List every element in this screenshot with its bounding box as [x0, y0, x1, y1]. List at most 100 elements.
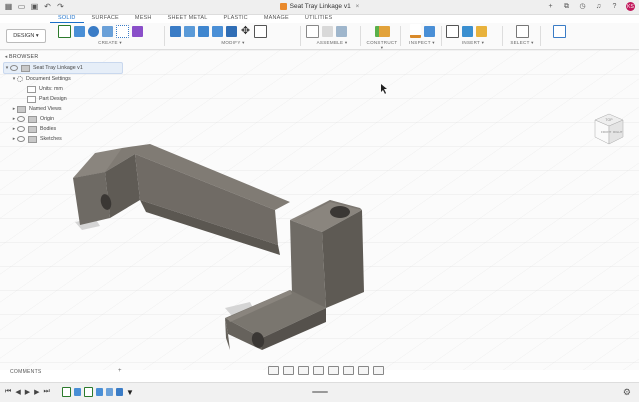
viewcube-top-label: TOP — [605, 118, 613, 122]
browser-item-named-views[interactable]: ▸ Named Views — [3, 104, 123, 114]
visibility-icon[interactable] — [17, 136, 25, 142]
bell-icon[interactable]: ♫ — [594, 2, 603, 11]
document-title: Seat Tray Linkage v1 × — [0, 3, 639, 10]
toolbar-ribbon: DESIGN ▾ CREATE ▾ ✥ MODIFY ▾ ASSEMBLE ▾ … — [0, 23, 639, 50]
tab-mesh[interactable]: MESH — [127, 14, 160, 23]
browser-root-document[interactable]: ▾ Seat Tray Linkage v1 — [3, 62, 123, 74]
tab-surface[interactable]: SURFACE — [84, 14, 127, 23]
insert-derive-icon[interactable] — [446, 24, 459, 38]
go-to-start-icon[interactable]: ⏮ — [5, 388, 11, 396]
browser-item-part-design[interactable]: Part Design — [3, 94, 123, 104]
timeline-feature-sketch[interactable] — [62, 387, 71, 397]
add-tab-icon[interactable]: + — [546, 2, 555, 11]
close-tab-icon[interactable]: × — [356, 3, 360, 10]
pan-icon[interactable] — [298, 366, 309, 375]
fit-icon[interactable] — [328, 366, 339, 375]
assemble-group: ASSEMBLE ▾ — [306, 24, 358, 48]
timeline-feature-hole[interactable] — [106, 388, 113, 396]
avatar[interactable]: KS — [626, 2, 635, 11]
tab-plastic[interactable]: PLASTIC — [216, 14, 256, 23]
revolve-icon[interactable] — [88, 25, 99, 37]
select-group-label[interactable]: SELECT ▾ — [507, 40, 537, 46]
create-group-label[interactable]: CREATE ▾ — [58, 40, 162, 46]
timeline-feature-extrude[interactable] — [116, 388, 123, 396]
as-built-joint-icon[interactable] — [336, 25, 347, 37]
combine-icon[interactable] — [226, 25, 237, 37]
item-label: Sketches — [40, 136, 62, 142]
joint-icon[interactable] — [322, 25, 333, 37]
units-icon — [27, 85, 36, 93]
timeline-resize-handle[interactable] — [312, 391, 328, 393]
clock-icon[interactable]: ◷ — [578, 2, 587, 11]
press-pull-icon[interactable] — [170, 25, 181, 37]
add-comment-icon[interactable]: + — [118, 368, 122, 374]
timeline-settings-gear-icon[interactable]: ⚙ — [623, 387, 631, 398]
folder-icon — [17, 105, 26, 113]
hole-icon[interactable] — [102, 25, 113, 37]
view-cube[interactable]: TOP FRONT RIGHT — [591, 110, 627, 152]
step-forward-icon[interactable]: ▶ — [34, 388, 39, 396]
assemble-group-label[interactable]: ASSEMBLE ▾ — [306, 40, 358, 46]
browser-item-units[interactable]: Units: mm — [3, 84, 123, 94]
chamfer-icon[interactable] — [198, 25, 209, 37]
extrude-icon[interactable] — [74, 25, 85, 37]
insert-canvas-icon[interactable] — [462, 25, 473, 37]
new-sketch-icon[interactable] — [58, 24, 71, 38]
extension-icon[interactable]: ⧉ — [562, 2, 571, 11]
folder-icon — [28, 115, 37, 123]
visibility-icon[interactable] — [17, 116, 25, 122]
tab-solid[interactable]: SOLID — [50, 14, 84, 23]
measure-icon[interactable] — [409, 24, 421, 38]
play-icon[interactable]: ▶ — [25, 388, 30, 396]
comments-panel-label[interactable]: COMMENTS — [10, 369, 42, 375]
insert-mcmaster-icon[interactable] — [476, 25, 487, 37]
folder-icon — [28, 125, 37, 133]
select-icon[interactable] — [515, 24, 529, 38]
form-icon[interactable] — [132, 25, 143, 37]
tab-manage[interactable]: MANAGE — [256, 14, 297, 23]
browser-item-origin[interactable]: ▸ Origin — [3, 114, 123, 124]
workspace-switcher-button[interactable]: DESIGN ▾ — [6, 29, 46, 43]
viewcube-right-label: RIGHT — [613, 130, 623, 134]
browser-item-sketches[interactable]: ▸ Sketches — [3, 134, 123, 144]
zoom-icon[interactable] — [313, 366, 324, 375]
timeline-feature-sketch[interactable] — [84, 387, 93, 397]
step-back-icon[interactable]: ◀ — [15, 388, 20, 396]
browser-panel: ◂ BROWSER ▾ Seat Tray Linkage v1 ▾ Docum… — [3, 52, 123, 144]
pattern-icon[interactable] — [116, 24, 129, 38]
fillet-icon[interactable] — [184, 25, 195, 37]
section-analysis-icon[interactable] — [423, 25, 435, 37]
go-to-end-icon[interactable]: ⏭ — [43, 388, 49, 396]
viewports-icon[interactable] — [373, 366, 384, 375]
create-group: CREATE ▾ — [58, 24, 162, 48]
help-icon[interactable]: ? — [610, 2, 619, 11]
visibility-icon[interactable] — [17, 126, 25, 132]
inspect-group-label[interactable]: INSPECT ▾ — [405, 40, 439, 46]
browser-item-bodies[interactable]: ▸ Bodies — [3, 124, 123, 134]
new-component-icon[interactable] — [306, 24, 319, 38]
insert-group-label[interactable]: INSERT ▾ — [446, 40, 500, 46]
divider — [540, 26, 541, 46]
move-icon[interactable]: ✥ — [240, 25, 251, 37]
timeline-feature-extrude[interactable] — [74, 388, 81, 396]
look-at-icon[interactable] — [283, 366, 294, 375]
viewcube-front-label: FRONT — [601, 130, 611, 134]
timeline-feature-extrude[interactable] — [96, 388, 103, 396]
tab-sheet-metal[interactable]: SHEET METAL — [160, 14, 216, 23]
browser-item-document-settings[interactable]: ▾ Document Settings — [3, 74, 123, 84]
orbit-icon[interactable] — [268, 366, 279, 375]
position-icon[interactable] — [552, 24, 566, 38]
browser-header[interactable]: ◂ BROWSER — [3, 52, 123, 62]
tab-utilities[interactable]: UTILITIES — [297, 14, 340, 23]
modify-group-label[interactable]: MODIFY ▾ — [170, 40, 296, 46]
offset-plane-icon[interactable] — [374, 25, 390, 37]
align-icon[interactable] — [254, 24, 267, 38]
shell-icon[interactable] — [212, 25, 223, 37]
navigation-bar — [268, 366, 384, 375]
display-settings-icon[interactable] — [343, 366, 354, 375]
timeline-marker-icon[interactable]: ▼ — [126, 388, 134, 397]
visibility-icon[interactable] — [10, 65, 18, 71]
divider — [400, 26, 401, 46]
inspect-group: INSPECT ▾ — [405, 24, 439, 48]
grid-settings-icon[interactable] — [358, 366, 369, 375]
